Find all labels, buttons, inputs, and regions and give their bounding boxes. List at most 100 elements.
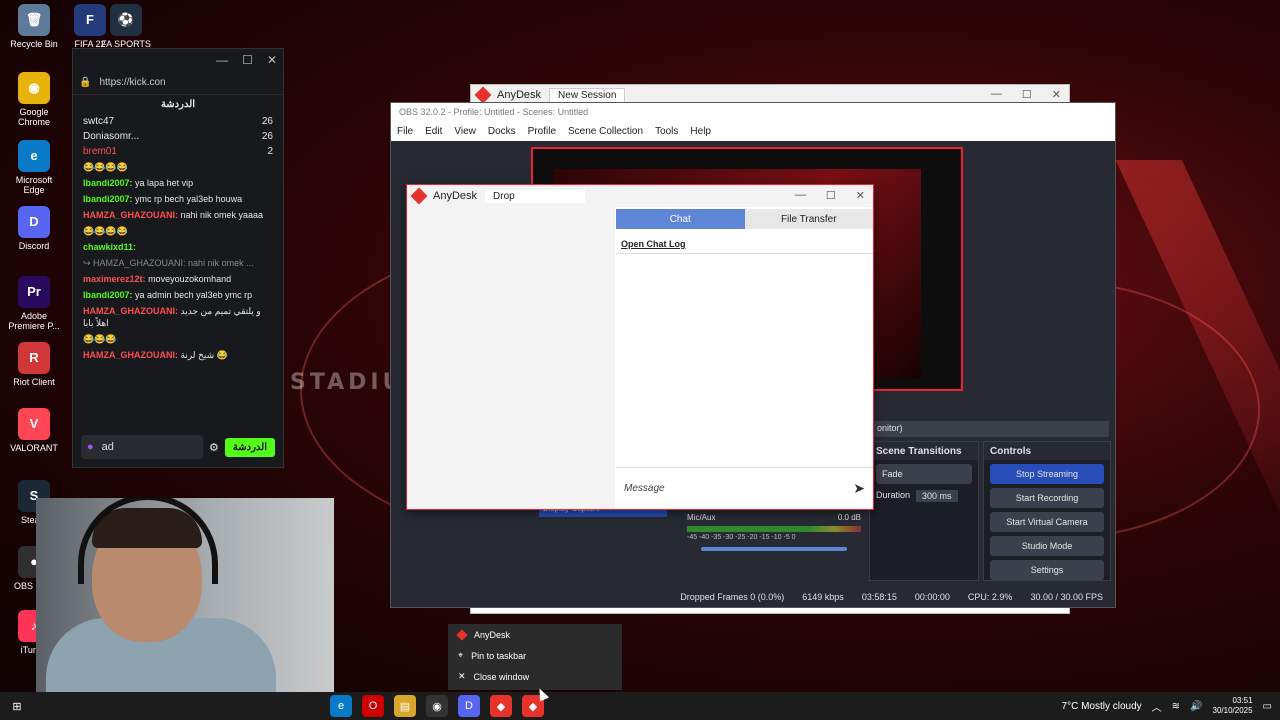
anydesk-chat-window[interactable]: AnyDesk Drop — ☐ ✕ Chat File Transfer Op…: [406, 184, 874, 510]
control-button[interactable]: Stop Streaming: [990, 464, 1104, 484]
desktop-icon[interactable]: D Discord: [4, 206, 64, 251]
mic-icon[interactable]: ●: [87, 441, 94, 453]
discord-taskbar-icon[interactable]: D: [458, 695, 480, 717]
close-icon[interactable]: ✕: [856, 189, 865, 202]
desktop-icon-label: VALORANT: [10, 443, 58, 453]
controls-dock: Controls Stop Streaming Start Recording St…: [983, 441, 1111, 581]
bitrate: 6149 kbps: [802, 592, 844, 602]
desktop-icon[interactable]: V VALORANT: [4, 408, 64, 453]
transition-select[interactable]: Fade: [876, 464, 972, 484]
minimize-icon[interactable]: —: [216, 53, 228, 67]
leader-name: swtc47: [83, 116, 115, 127]
chat-send-button[interactable]: الدردشة: [224, 437, 275, 457]
anydesk-logo-icon: [456, 628, 468, 641]
desktop-icon[interactable]: ◉ Google Chrome: [4, 72, 64, 127]
chat-text: moveyouzokomhand: [148, 274, 232, 284]
leader-count: 26: [261, 116, 273, 127]
leader-name: brem01: [83, 146, 117, 157]
chat-input[interactable]: ● ad: [81, 435, 204, 459]
menu-item[interactable]: Help: [690, 126, 711, 137]
maximize-icon[interactable]: ☐: [242, 53, 253, 67]
volume-icon[interactable]: 🔊: [1190, 701, 1202, 712]
menu-item[interactable]: Scene Collection: [568, 126, 643, 137]
desktop-icon-label: Microsoft Edge: [15, 175, 53, 195]
desktop-icon[interactable]: Pr Adobe Premiere P...: [4, 276, 64, 331]
close-window-item[interactable]: ✕ Close window: [448, 666, 622, 687]
chat-username[interactable]: lbandi2007:: [83, 290, 133, 300]
minimize-icon[interactable]: —: [991, 88, 1002, 101]
menu-item[interactable]: Tools: [655, 126, 678, 137]
leaderboard-entry[interactable]: Doniasomr... 26: [73, 129, 283, 144]
desktop-icon[interactable]: e Microsoft Edge: [4, 140, 64, 195]
leaderboard-entry[interactable]: brem01 2: [73, 144, 283, 159]
desktop-icon[interactable]: 🗑 Recycle Bin: [4, 4, 64, 49]
clock[interactable]: 03:51 30/10/2025: [1213, 696, 1253, 716]
chat-username[interactable]: lbandi2007:: [83, 194, 133, 204]
chevron-up-icon[interactable]: ︿: [1152, 699, 1162, 714]
control-button[interactable]: Settings: [990, 560, 1104, 580]
volume-slider[interactable]: [701, 547, 847, 551]
webcam-feed: [36, 498, 334, 694]
chat-username[interactable]: chawkixd11:: [83, 242, 136, 252]
new-session-tab[interactable]: New Session: [549, 87, 626, 103]
taskbar: ⊞ e O ▤ ◉ D ◆ ◆ 7°C Mostly cloudy ︿ ≋ 🔊 …: [0, 692, 1280, 720]
message-input[interactable]: Message ➤: [616, 467, 873, 509]
menu-item[interactable]: Edit: [425, 126, 442, 137]
obs-statusbar: Dropped Frames 0 (0.0%) 6149 kbps 03:58:…: [391, 587, 1115, 607]
menu-item[interactable]: Docks: [488, 126, 516, 137]
obs-menubar: File Edit View Docks Profile Scene Collection…: [391, 121, 1115, 141]
notification-icon[interactable]: ▭: [1263, 701, 1272, 712]
desktop-icon[interactable]: R Riot Client: [4, 342, 64, 387]
menu-item[interactable]: File: [397, 126, 413, 137]
chat-username[interactable]: HAMZA_GHAZOUANI:: [83, 210, 178, 220]
chat-text: شيخ لرنة 😂: [180, 350, 228, 360]
pin-to-taskbar-item[interactable]: ⌖ Pin to taskbar: [448, 645, 622, 666]
menu-item[interactable]: View: [454, 126, 476, 137]
desktop-icon[interactable]: ⚽ FA SPORTS: [96, 4, 156, 49]
control-button[interactable]: Studio Mode: [990, 536, 1104, 556]
chat-text: ↪ HAMZA_GHAZOUANI: nahi nik omek ...: [83, 258, 254, 268]
jumplist-app[interactable]: AnyDesk: [448, 624, 622, 645]
chat-username[interactable]: HAMZA_GHAZOUANI:: [83, 350, 178, 360]
windows-start-icon[interactable]: ⊞: [6, 695, 28, 717]
app-icon: D: [18, 206, 50, 238]
app-icon: ◉: [18, 72, 50, 104]
tab-chat[interactable]: Chat: [616, 209, 745, 229]
leaderboard-entry[interactable]: swtc47 26: [73, 114, 283, 129]
opera-taskbar-icon[interactable]: O: [362, 695, 384, 717]
chat-username[interactable]: maximerez12t:: [83, 274, 146, 284]
chat-message: maximerez12t: moveyouzokomhand: [73, 271, 283, 287]
chrome-taskbar-icon[interactable]: ◉: [426, 695, 448, 717]
minimize-icon[interactable]: —: [795, 189, 806, 202]
dropped-frames: Dropped Frames 0 (0.0%): [680, 592, 785, 602]
mixer-scale: -45 -40 -35 -30 -25 -20 -15 -10 -5 0: [687, 534, 796, 541]
wifi-icon[interactable]: ≋: [1172, 701, 1180, 712]
anydesk-logo-icon: [410, 187, 428, 205]
explorer-taskbar-icon[interactable]: ▤: [394, 695, 416, 717]
weather[interactable]: 7°C Mostly cloudy: [1062, 701, 1142, 712]
menu-item[interactable]: Profile: [528, 126, 556, 137]
url-field[interactable]: https://kick.con: [99, 77, 165, 88]
drop-tab[interactable]: Drop: [485, 189, 586, 203]
taskbar-jump-list[interactable]: AnyDesk ⌖ Pin to taskbar ✕ Close window: [448, 624, 622, 690]
open-chat-log-link[interactable]: Open Chat Log: [621, 239, 686, 249]
chat-username[interactable]: lbandi2007:: [83, 178, 133, 188]
kick-chat-window[interactable]: — ☐ ✕ 🔒 https://kick.con الدردشة swtc47 2…: [72, 48, 284, 468]
chat-username[interactable]: HAMZA_GHAZOUANI:: [83, 306, 178, 316]
fps: 30.00 / 30.00 FPS: [1030, 592, 1103, 602]
control-button[interactable]: Start Recording: [990, 488, 1104, 508]
close-icon[interactable]: ✕: [267, 53, 277, 67]
control-button[interactable]: Start Virtual Camera: [990, 512, 1104, 532]
close-icon[interactable]: ✕: [1052, 88, 1061, 101]
app-icon: e: [18, 140, 50, 172]
monitor-select[interactable]: onitor): [871, 421, 1109, 437]
settings-icon[interactable]: ⚙: [209, 441, 219, 454]
anydesk-taskbar-icon[interactable]: ◆: [490, 695, 512, 717]
maximize-icon[interactable]: ☐: [826, 189, 836, 202]
send-icon[interactable]: ➤: [853, 480, 865, 497]
pin-icon: ⌖: [458, 650, 464, 660]
tab-file-transfer[interactable]: File Transfer: [744, 209, 873, 229]
duration-field[interactable]: 300 ms: [916, 490, 958, 502]
edge-taskbar-icon[interactable]: e: [330, 695, 352, 717]
maximize-icon[interactable]: ☐: [1022, 88, 1032, 101]
